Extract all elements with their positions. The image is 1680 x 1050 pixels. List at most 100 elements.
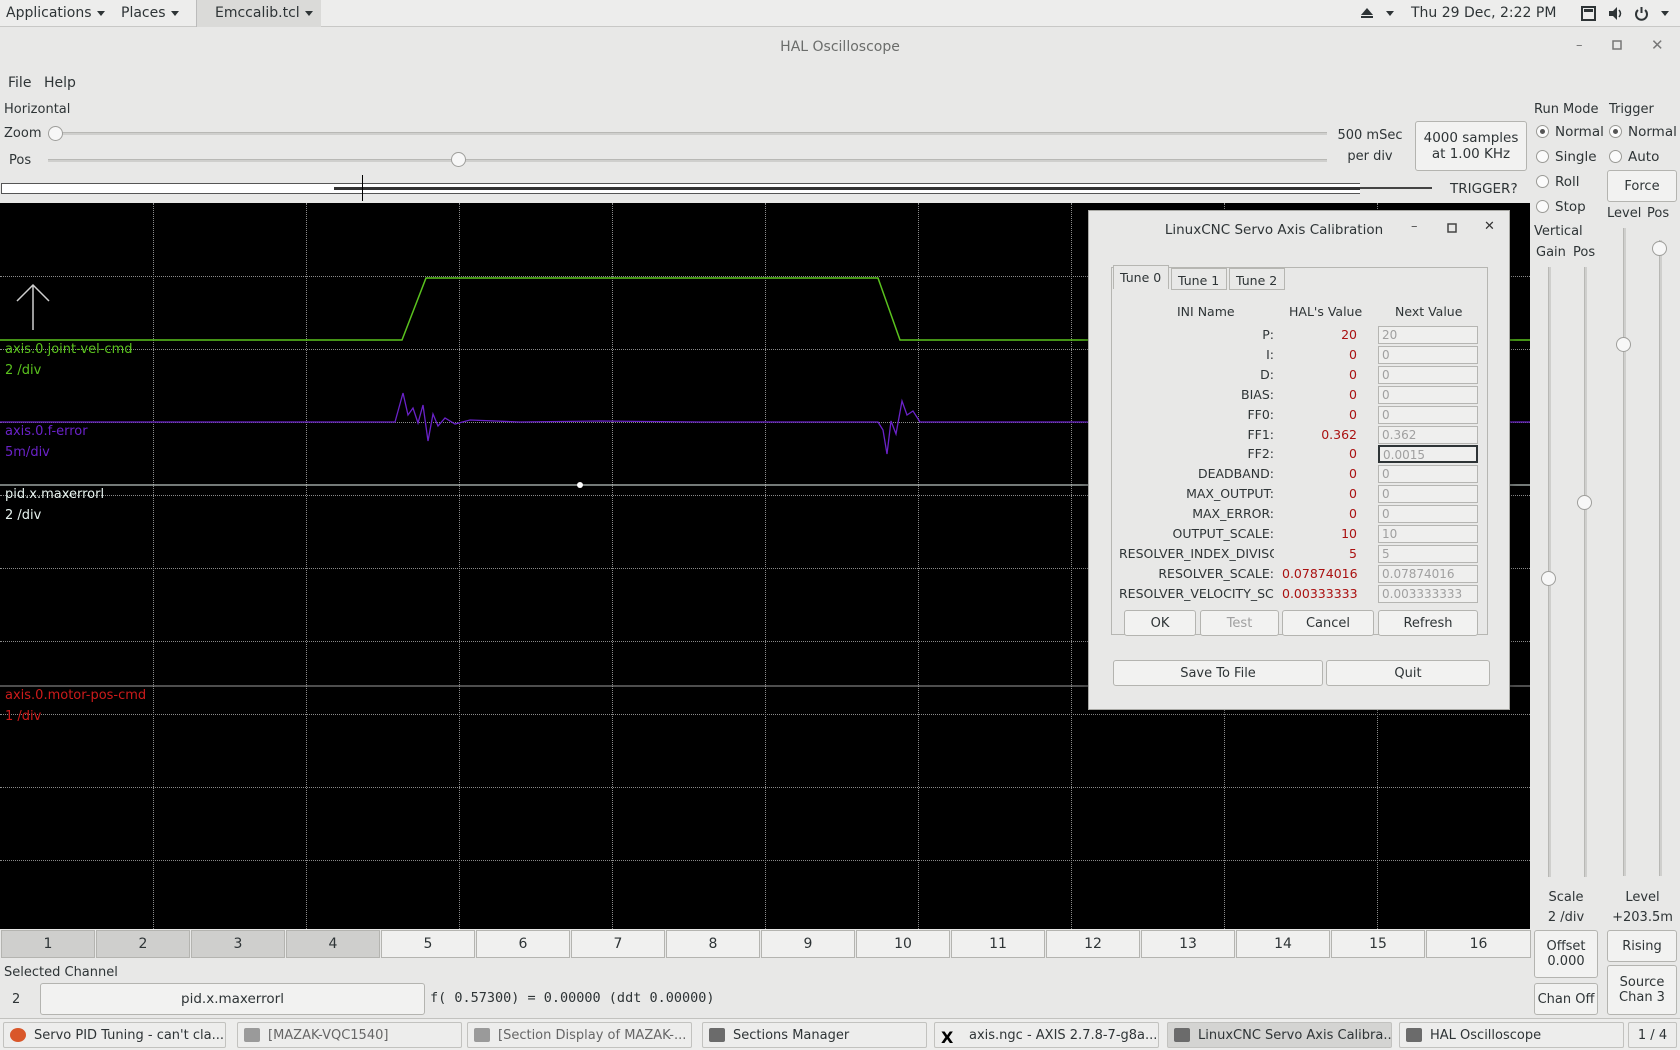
next-value-input[interactable]: 10 [1378,525,1478,543]
refresh-button[interactable]: Refresh [1378,610,1478,636]
channel-button-13[interactable]: 13 [1141,930,1235,958]
channel-button-3[interactable]: 3 [191,930,285,958]
selected-channel-name-button[interactable]: pid.x.maxerrorl [40,983,425,1015]
tab-tune-1[interactable]: Tune 1 [1171,268,1227,290]
workspace-switcher[interactable]: 1 / 4 [1628,1022,1677,1048]
next-value-input[interactable]: 0.362 [1378,425,1478,444]
power-icon[interactable] [1634,6,1649,25]
trigger-level-slider[interactable] [1623,228,1626,876]
channel-button-14[interactable]: 14 [1236,930,1330,958]
channel-button-1[interactable]: 1 [1,930,95,958]
hal-value: 20 [1341,327,1357,342]
minimize-icon[interactable]: – [1576,38,1583,53]
task-servo-pid-tuning[interactable]: Servo PID Tuning - can't cla... [3,1022,226,1048]
task-servo-calibration[interactable]: LinuxCNC Servo Axis Calibra... [1167,1022,1392,1048]
next-value-input[interactable]: 0 [1378,505,1478,524]
applications-menu[interactable]: Applications [6,5,105,21]
dialog-close-icon[interactable]: ✕ [1484,219,1495,234]
hal-value: 0 [1349,366,1357,382]
task-section-display[interactable]: [Section Display of MAZAK-... [467,1022,692,1048]
ok-button[interactable]: OK [1124,610,1196,636]
channel-button-12[interactable]: 12 [1046,930,1140,958]
clock[interactable]: Thu 29 Dec, 2:22 PM [1411,5,1556,21]
channel-button-2[interactable]: 2 [96,930,190,958]
menu-file[interactable]: File [8,75,31,91]
vertical-pos-handle[interactable] [1577,495,1592,510]
channel-button-6[interactable]: 6 [476,930,570,958]
places-menu[interactable]: Places [121,5,179,21]
task-sections-manager[interactable]: Sections Manager [702,1022,927,1048]
next-value-input[interactable]: 0.0015 [1378,445,1478,464]
run-mode-stop-radio[interactable] [1536,200,1549,213]
save-to-file-button[interactable]: Save To File [1113,660,1323,686]
rising-button[interactable]: Rising [1607,930,1677,962]
tab-tune-2[interactable]: Tune 2 [1229,268,1285,290]
next-value-input[interactable]: 5 [1378,544,1478,563]
next-value-input[interactable]: 0 [1378,385,1478,404]
channel-button-15[interactable]: 15 [1331,930,1425,958]
next-value-input[interactable]: 0.07874016 [1378,564,1478,583]
samples-button[interactable]: 4000 samples at 1.00 KHz [1415,121,1527,171]
trigger-pos-handle[interactable] [1652,241,1667,256]
zoom-slider[interactable] [55,132,1327,135]
trigger-level-handle[interactable] [1616,337,1631,352]
task-hal-oscilloscope[interactable]: HAL Oscilloscope [1399,1022,1624,1048]
run-mode-roll-radio[interactable] [1536,175,1549,188]
dialog-minimize-icon[interactable]: – [1411,219,1418,234]
eject-icon[interactable] [1360,6,1374,24]
active-app-menu[interactable]: Emccalib.tcl [196,0,321,27]
calibration-row: MAX_OUTPUT: 0 0 [1089,484,1509,504]
vertical-gain-handle[interactable] [1541,571,1556,586]
next-value-input[interactable]: 20 [1378,326,1478,344]
channel-button-7[interactable]: 7 [571,930,665,958]
eject-menu[interactable] [1381,5,1394,21]
vertical-gain-label: Gain [1536,245,1566,260]
hal-value: 0 [1349,386,1357,402]
next-value-input[interactable]: 0 [1378,405,1478,424]
zoom-slider-handle[interactable] [48,126,63,141]
system-menu[interactable] [1656,5,1669,21]
pos-slider[interactable] [48,159,1327,162]
chevron-down-icon [304,10,313,16]
pos-slider-handle[interactable] [451,152,466,167]
channel-button-10[interactable]: 10 [856,930,950,958]
trigger-source-button[interactable]: Source Chan 3 [1607,965,1677,1015]
run-mode-normal-radio[interactable] [1536,125,1549,138]
next-value-input[interactable]: 0 [1378,465,1478,484]
task-mazak-vqc1540[interactable]: [MAZAK-VQC1540] [237,1022,462,1048]
chan-off-button[interactable]: Chan Off [1534,983,1598,1015]
dialog-maximize-icon[interactable] [1447,222,1457,237]
channel-button-8[interactable]: 8 [666,930,760,958]
trigger-pos-slider[interactable] [1659,240,1662,876]
maximize-icon[interactable] [1612,39,1622,54]
quit-button[interactable]: Quit [1326,660,1490,686]
test-button[interactable]: Test [1200,610,1279,636]
channel-button-9[interactable]: 9 [761,930,855,958]
channel-button-5[interactable]: 5 [381,930,475,958]
channel-4-scale: 1 /div [5,709,42,724]
volume-icon[interactable] [1608,6,1624,25]
channel-button-16[interactable]: 16 [1426,930,1531,958]
next-value-input[interactable]: 0 [1378,365,1478,384]
trigger-source-value: Chan 3 [1619,990,1665,1005]
cancel-button[interactable]: Cancel [1282,610,1374,636]
menu-help[interactable]: Help [44,75,76,91]
run-mode-single-radio[interactable] [1536,150,1549,163]
ini-name: BIAS: [1241,386,1274,402]
trigger-normal-radio[interactable] [1609,125,1622,138]
window-list-icon[interactable] [1581,6,1596,25]
vertical-pos-slider[interactable] [1584,267,1587,877]
next-value-input[interactable]: 0 [1378,345,1478,364]
trigger-auto-radio[interactable] [1609,150,1622,163]
tab-tune-0[interactable]: Tune 0 [1113,265,1169,289]
calibration-row: OUTPUT_SCALE: 10 10 [1089,524,1509,544]
task-axis[interactable]: Xaxis.ngc - AXIS 2.7.8-7-g8a... [934,1022,1159,1048]
close-icon[interactable]: ✕ [1651,36,1664,54]
next-value-input[interactable]: 0 [1378,485,1478,504]
active-app-label: Emccalib.tcl [215,5,300,21]
channel-button-4[interactable]: 4 [286,930,380,958]
channel-button-11[interactable]: 11 [951,930,1045,958]
offset-button[interactable]: Offset 0.000 [1534,930,1598,978]
next-value-input[interactable]: 0.003333333 [1378,584,1478,603]
force-button[interactable]: Force [1607,170,1677,202]
